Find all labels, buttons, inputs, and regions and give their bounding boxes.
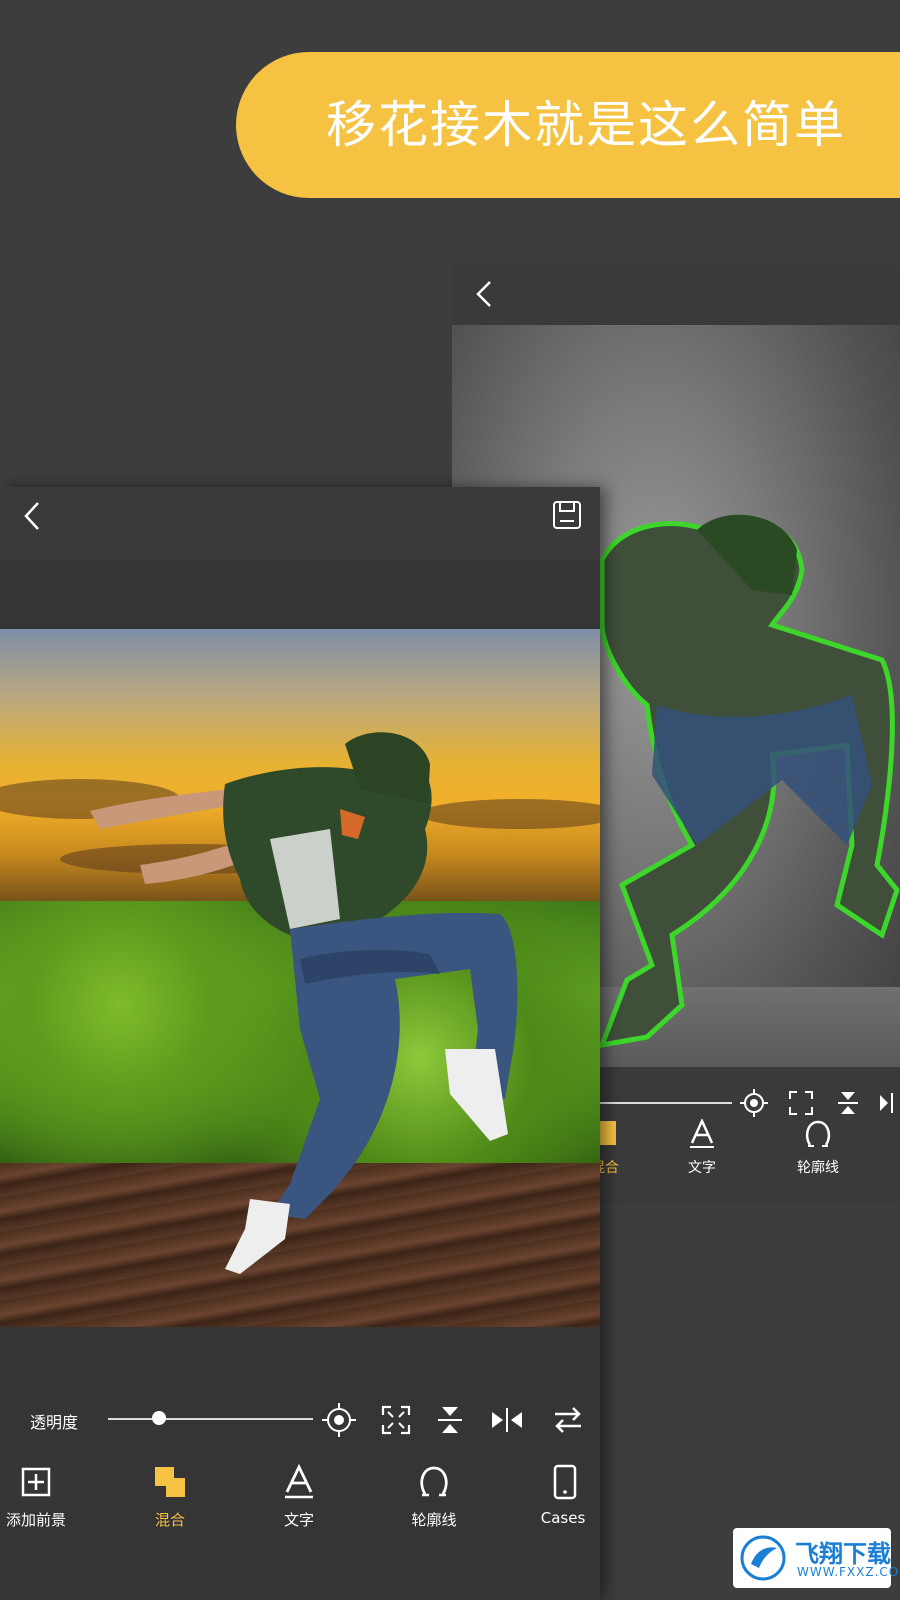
text-icon[interactable]: [688, 1119, 716, 1149]
fullscreen-icon[interactable]: [380, 1404, 412, 1436]
opacity-label: 透明度: [30, 1413, 79, 1432]
flip-vertical-icon[interactable]: [434, 1404, 466, 1436]
back-arrow-icon[interactable]: [474, 279, 494, 309]
tab-cases[interactable]: Cases: [528, 1509, 598, 1527]
watermark-title: 飞翔下载: [795, 1540, 891, 1568]
target-icon[interactable]: [740, 1089, 768, 1117]
opacity-slider-knob[interactable]: [152, 1411, 167, 1425]
flip-horizontal-icon[interactable]: [877, 1089, 900, 1117]
back-arrow-icon[interactable]: [22, 500, 42, 532]
swap-icon[interactable]: [551, 1405, 585, 1435]
fullscreen-icon[interactable]: [787, 1089, 815, 1117]
front-screen-editor: 透明度 添加前景 混合 文字 轮廓线 Cases: [0, 487, 600, 1600]
outline-icon[interactable]: [804, 1119, 832, 1149]
dancer-figure: [90, 732, 518, 1274]
opacity-slider[interactable]: [108, 1418, 313, 1420]
editor-header: [0, 487, 600, 559]
flip-vertical-icon[interactable]: [834, 1089, 862, 1117]
composite-photo: [0, 629, 600, 1327]
watermark-url: WWW.FXXZ.COM: [797, 1565, 900, 1579]
back-screen-header: [452, 265, 900, 325]
tab-add-foreground[interactable]: 添加前景: [0, 1509, 72, 1530]
text-icon[interactable]: [283, 1464, 315, 1500]
blend-icon[interactable]: [153, 1465, 187, 1499]
promo-banner: 移花接木就是这么简单: [236, 52, 900, 198]
tab-outline[interactable]: 轮廓线: [396, 1509, 472, 1530]
logo-icon: [740, 1535, 786, 1581]
phone-icon[interactable]: [553, 1464, 577, 1500]
save-icon[interactable]: [551, 499, 583, 531]
flip-horizontal-icon[interactable]: [489, 1404, 525, 1436]
site-watermark: 飞翔下载 WWW.FXXZ.COM: [733, 1528, 900, 1588]
banner-title: 移花接木就是这么简单: [326, 96, 846, 154]
outline-icon[interactable]: [418, 1464, 450, 1500]
tab-text[interactable]: 文字: [264, 1509, 334, 1530]
add-foreground-icon[interactable]: [20, 1466, 52, 1498]
back-tab-outline-label: 轮廓线: [797, 1160, 839, 1176]
back-tab-text-label: 文字: [688, 1160, 716, 1176]
tab-blend[interactable]: 混合: [135, 1509, 205, 1530]
target-icon[interactable]: [322, 1403, 356, 1437]
